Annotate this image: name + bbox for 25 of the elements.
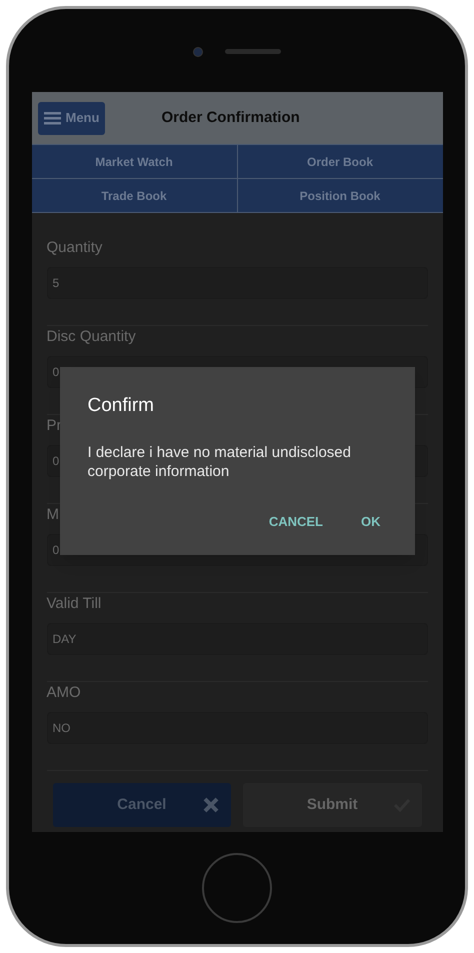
- nav-tab[interactable]: Trade Book: [32, 179, 236, 212]
- field-label: Pr: [46, 416, 62, 436]
- menu-icon: [44, 112, 60, 124]
- submit-button[interactable]: Submit: [243, 783, 422, 827]
- input-field[interactable]: 5: [46, 266, 428, 298]
- input-field[interactable]: DAY: [46, 622, 428, 654]
- field-label: AMO: [46, 683, 81, 703]
- dialog-button[interactable]: CANCEL: [262, 508, 329, 535]
- nav-tab[interactable]: Market Watch: [32, 145, 236, 178]
- close-icon: [203, 797, 219, 813]
- dialog-button[interactable]: OK: [355, 508, 386, 535]
- dialog-message: I declare i have no material undisclosed corporate information: [88, 442, 352, 480]
- field-label: Valid Till: [46, 594, 102, 614]
- nav-tab[interactable]: Order Book: [238, 145, 442, 178]
- nav-tab[interactable]: Position Book: [238, 179, 442, 212]
- field-label: Disc Quantity: [46, 327, 136, 347]
- cancel-button[interactable]: Cancel: [52, 783, 231, 827]
- field-label: M: [46, 505, 59, 525]
- menu-button[interactable]: Menu: [38, 102, 106, 134]
- page-title: Order Confirmation: [161, 108, 300, 128]
- field-label: Quantity: [46, 238, 102, 258]
- dialog-title: Confirm: [88, 394, 154, 418]
- camera-icon: [193, 46, 203, 56]
- speaker-icon: [225, 49, 281, 54]
- input-field[interactable]: NO: [46, 712, 428, 744]
